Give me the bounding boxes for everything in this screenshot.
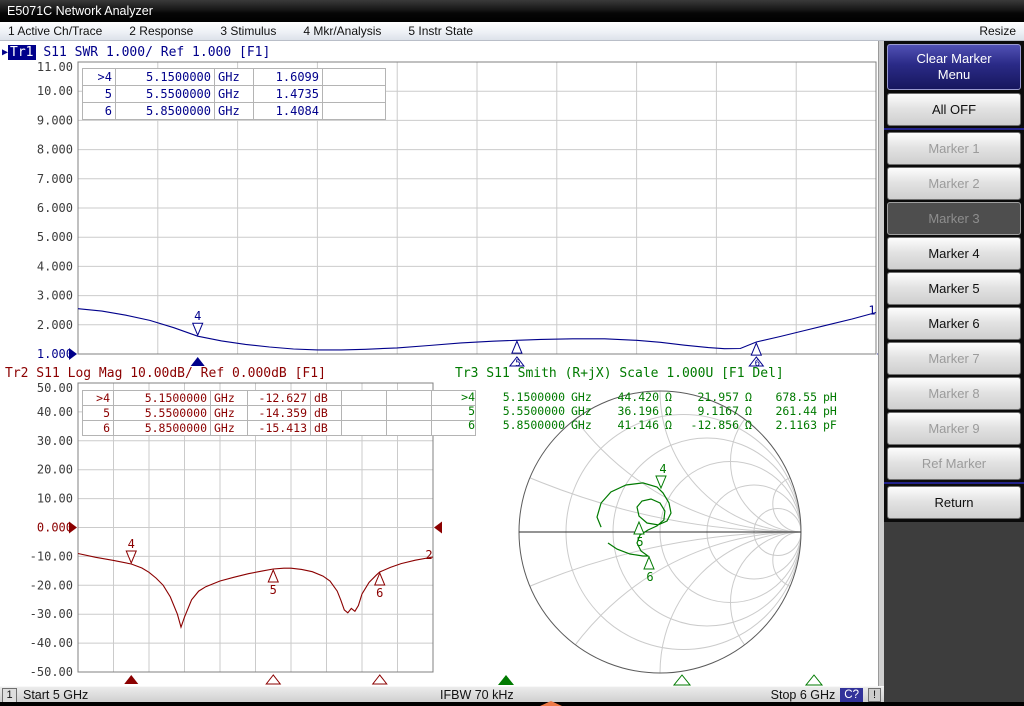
softkey-menu: Clear Marker Menu All OFFMarker 1Marker … <box>884 41 1024 706</box>
menu-item-4[interactable]: 4 Mkr/Analysis <box>303 24 381 38</box>
trace2-header[interactable]: Tr2 S11 Log Mag 10.00dB/ Ref 0.000dB [F1… <box>5 366 326 381</box>
softkey-menu-title-line2: Menu <box>938 67 971 83</box>
softkey-marker-4[interactable]: Marker 4 <box>887 237 1021 270</box>
trace1-header[interactable]: ▶Tr1 S11 SWR 1.000/ Ref 1.000 [F1] <box>2 45 270 60</box>
svg-text:4.000: 4.000 <box>37 259 73 273</box>
marker-row: 55.5500000GHz36.196Ω9.1167Ω261.44pH <box>452 404 844 418</box>
svg-text:11.00: 11.00 <box>37 60 73 74</box>
marker-row: 65.8500000GHz41.146Ω-12.856Ω2.1163pF <box>452 418 844 432</box>
svg-text:40.00: 40.00 <box>37 405 73 419</box>
svg-text:-40.00: -40.00 <box>30 636 73 650</box>
svg-text:0.000: 0.000 <box>37 521 73 535</box>
trace1-chip: Tr1 <box>8 45 35 60</box>
title-bar: E5071C Network Analyzer <box>0 0 1024 22</box>
trace3-header[interactable]: Tr3 S11 Smith (R+jX) Scale 1.000U [F1 De… <box>455 366 784 381</box>
menu-item-1[interactable]: 1 Active Ch/Trace <box>8 24 102 38</box>
softkey-separator <box>884 128 1024 130</box>
analyzer-window: E5071C Network Analyzer 1 Active Ch/Trac… <box>0 0 1024 706</box>
start-frequency-label: Start 5 GHz <box>23 688 88 702</box>
softkey-marker-1: Marker 1 <box>887 132 1021 165</box>
softkey-marker-5[interactable]: Marker 5 <box>887 272 1021 305</box>
marker-row: >45.1500000GHz-12.627dB <box>83 391 476 406</box>
svg-text:6.000: 6.000 <box>37 201 73 215</box>
svg-text:-10.00: -10.00 <box>30 549 73 563</box>
svg-text:30.00: 30.00 <box>37 434 73 448</box>
svg-text:-20.00: -20.00 <box>30 578 73 592</box>
svg-text:10.00: 10.00 <box>37 84 73 98</box>
marker-row: 65.8500000GHz1.4084 <box>83 103 386 120</box>
svg-text:20.00: 20.00 <box>37 463 73 477</box>
softkey-marker-2: Marker 2 <box>887 167 1021 200</box>
menu-items: 1 Active Ch/Trace 2 Response 3 Stimulus 4 M… <box>0 24 979 38</box>
instrument-display: 11.00 10.00 9.000 8.000 7.000 6.000 5.000 4.000… <box>0 41 884 686</box>
menu-bar: 1 Active Ch/Trace 2 Response 3 Stimulus 4 M… <box>0 22 1024 41</box>
status-bar: 1 Start 5 GHz IFBW 70 kHz Stop 6 GHz C? … <box>0 686 884 703</box>
softkey-separator <box>884 482 1024 484</box>
svg-text:1.000: 1.000 <box>37 347 73 361</box>
bottom-strip <box>0 702 1024 706</box>
softkey-marker-9: Marker 9 <box>887 412 1021 445</box>
marker-row: 65.8500000GHz-15.413dB <box>83 421 476 436</box>
svg-text:6: 6 <box>376 586 383 600</box>
softkey-marker-8: Marker 8 <box>887 377 1021 410</box>
softkey-return[interactable]: Return <box>887 486 1021 519</box>
svg-text:50.00: 50.00 <box>37 381 73 395</box>
svg-text:5.000: 5.000 <box>37 230 73 244</box>
trace1-marker-table: >45.1500000GHz1.609955.5500000GHz1.47356… <box>82 68 386 120</box>
stop-frequency-label: Stop 6 GHz <box>771 688 836 702</box>
channel-number-box: 1 <box>2 688 17 703</box>
softkey-all-off[interactable]: All OFF <box>887 93 1021 126</box>
sweep-position-indicator-icon <box>540 701 562 706</box>
warning-indicator: ! <box>868 688 881 702</box>
menu-item-5[interactable]: 5 Instr State <box>408 24 473 38</box>
window-title: E5071C Network Analyzer <box>7 4 153 18</box>
trace1-title: S11 SWR 1.000/ Ref 1.000 [F1] <box>36 45 271 60</box>
svg-text:3.000: 3.000 <box>37 289 73 303</box>
status-right-cluster: Stop 6 GHz C? ! <box>771 688 881 702</box>
svg-text:7.000: 7.000 <box>37 172 73 186</box>
softkey-marker-6[interactable]: Marker 6 <box>887 307 1021 340</box>
svg-text:2.000: 2.000 <box>37 318 73 332</box>
charts-svg: 11.00 10.00 9.000 8.000 7.000 6.000 5.000 4.000… <box>0 41 884 686</box>
softkey-menu-title: Clear Marker Menu <box>887 44 1021 90</box>
ifbw-label: IFBW 70 kHz <box>440 688 514 702</box>
softkey-ref-marker: Ref Marker <box>887 447 1021 480</box>
svg-text:10.00: 10.00 <box>37 492 73 506</box>
softkey-marker-3[interactable]: Marker 3 <box>887 202 1021 235</box>
menu-item-3[interactable]: 3 Stimulus <box>220 24 276 38</box>
calibration-status-badge: C? <box>840 688 863 702</box>
marker-row: 55.5500000GHz-14.359dB <box>83 406 476 421</box>
sidebar-filler <box>884 522 1024 706</box>
svg-text:-30.00: -30.00 <box>30 607 73 621</box>
marker-row: 55.5500000GHz1.4735 <box>83 86 386 103</box>
marker-row: >45.1500000GHz1.6099 <box>83 69 386 86</box>
svg-text:6: 6 <box>646 570 653 584</box>
trace3-marker-table: >45.1500000GHz44.420Ω21.957Ω678.55pH55.5… <box>452 390 844 432</box>
svg-text:-50.00: -50.00 <box>30 665 73 679</box>
svg-text:4: 4 <box>128 537 135 551</box>
svg-text:5: 5 <box>270 583 277 597</box>
svg-text:8.000: 8.000 <box>37 143 73 157</box>
svg-text:1: 1 <box>868 304 875 318</box>
menu-item-2[interactable]: 2 Response <box>129 24 193 38</box>
softkey-marker-7: Marker 7 <box>887 342 1021 375</box>
trace2-marker-table: >45.1500000GHz-12.627dB55.5500000GHz-14.… <box>82 390 476 436</box>
svg-text:4: 4 <box>659 462 666 476</box>
svg-text:2: 2 <box>425 548 432 562</box>
softkey-buttons: All OFFMarker 1Marker 2Marker 3Marker 4M… <box>884 92 1024 520</box>
marker-row: >45.1500000GHz44.420Ω21.957Ω678.55pH <box>452 390 844 404</box>
svg-text:9.000: 9.000 <box>37 113 73 127</box>
svg-text:5: 5 <box>636 535 643 549</box>
menu-item-resize[interactable]: Resize <box>979 24 1024 38</box>
svg-text:4: 4 <box>194 309 201 323</box>
softkey-menu-title-line1: Clear Marker <box>916 51 991 67</box>
